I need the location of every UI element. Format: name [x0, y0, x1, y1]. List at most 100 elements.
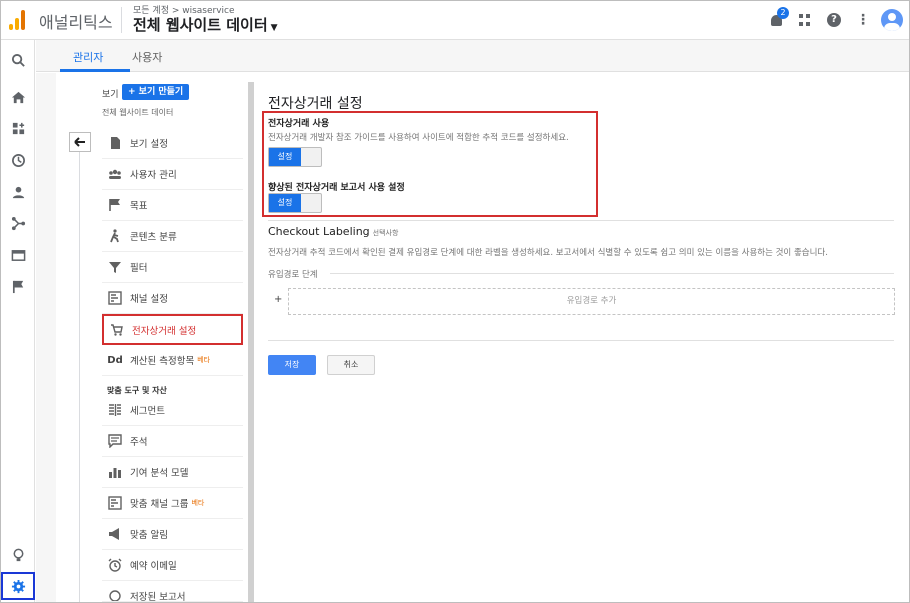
enable-ecommerce-label: 전자상거래 사용 — [268, 119, 330, 129]
menu-item-content-grouping[interactable]: 콘텐츠 분류 — [102, 221, 243, 252]
plus-icon: + — [274, 294, 283, 305]
saved-report-icon — [108, 589, 122, 601]
checkout-description: 전자상거래 추적 코드에서 확인된 결제 유입경로 단계에 대한 라벨을 생성하… — [268, 248, 828, 258]
apps-button[interactable] — [794, 9, 816, 31]
customization-icon — [12, 122, 24, 134]
notifications-button[interactable]: 2 — [765, 7, 789, 31]
help-button[interactable]: ? — [823, 9, 845, 31]
behavior-button[interactable] — [1, 241, 35, 269]
create-view-button[interactable]: + 보기 만들기 — [122, 84, 190, 100]
menu-item-label: 보기 설정 — [130, 139, 168, 150]
caret-down-icon: ▼ — [270, 23, 278, 33]
account-avatar-button[interactable] — [881, 9, 903, 31]
menu-item-view-settings[interactable]: 보기 설정 — [102, 128, 243, 159]
menu-item-label: 필터 — [130, 263, 148, 274]
customization-button[interactable] — [1, 114, 35, 142]
search-button[interactable] — [1, 46, 35, 74]
tab-user[interactable]: 사용자 — [132, 49, 162, 65]
admin-settings-button[interactable] — [1, 572, 35, 600]
menu-item-label: 맞춤 알림 — [130, 530, 168, 541]
more-options-button[interactable]: ⋮ — [852, 9, 874, 31]
segment-icon — [108, 403, 122, 417]
page-title: 전자상거래 설정 — [268, 96, 363, 112]
notification-badge: 2 — [777, 7, 789, 19]
person-icon — [12, 186, 24, 198]
menu-item-filters[interactable]: 필터 — [102, 252, 243, 283]
people-icon — [108, 167, 122, 181]
menu-item-user-management[interactable]: 사용자 관리 — [102, 159, 243, 190]
menu-item-label: 맞춤 채널 그룹 — [130, 499, 189, 510]
enhanced-ecommerce-toggle[interactable]: 설정 — [268, 193, 322, 213]
menu-item-label: 목표 — [130, 201, 148, 212]
cancel-button[interactable]: 취소 — [327, 355, 375, 375]
beta-badge: 베타 — [191, 499, 205, 507]
active-tab-indicator — [60, 69, 130, 72]
property-selector[interactable]: 전체 웹사이트 데이터 ▼ — [133, 14, 278, 35]
help-icon: ? — [827, 13, 841, 27]
flag-icon — [108, 198, 122, 212]
property-title: 전체 웹사이트 데이터 — [133, 16, 268, 34]
funnel-steps-label: 유입경로 단계 — [268, 270, 318, 280]
checkout-title-text: Checkout Labeling — [268, 225, 370, 238]
hiker-icon — [108, 229, 122, 243]
menu-item-saved-reports[interactable]: 저장된 보고서 — [102, 581, 243, 602]
column-scrollbar[interactable] — [248, 82, 254, 602]
enhanced-ecommerce-label: 향상된 전자상거래 보고서 사용 설정 — [268, 183, 405, 193]
back-button[interactable] — [69, 132, 91, 152]
add-funnel-step-button[interactable]: 유입경로 추가 — [288, 288, 895, 315]
menu-item-ecommerce-settings[interactable]: 전자상거래 설정 — [102, 314, 243, 345]
menu-item-label: 채널 설정 — [130, 294, 168, 305]
audience-button[interactable] — [1, 178, 35, 206]
view-name: 전체 웹사이트 데이터 — [102, 108, 174, 117]
gear-icon — [11, 579, 25, 593]
header-divider — [121, 7, 122, 33]
analytics-logo[interactable] — [9, 10, 25, 30]
menu-item-label: 사용자 관리 — [130, 170, 177, 181]
channel-icon — [108, 291, 122, 305]
enable-ecommerce-toggle[interactable]: 설정 — [268, 147, 322, 167]
menu-item-label: 계산된 측정항목 — [130, 356, 195, 367]
menu-item-custom-channel-groups[interactable]: 맞춤 채널 그룹 베타 — [102, 488, 243, 519]
menu-item-calculated-metrics[interactable]: Dd 계산된 측정항목 베타 — [102, 345, 243, 376]
apps-grid-icon — [799, 14, 811, 26]
discover-button[interactable] — [1, 541, 35, 569]
home-button[interactable] — [1, 83, 35, 111]
kebab-menu-icon: ⋮ — [856, 12, 870, 28]
menu-item-segments[interactable]: 세그먼트 — [102, 395, 243, 426]
optional-label: 선택사항 — [372, 229, 399, 237]
column-gutter — [36, 73, 56, 602]
acquisition-button[interactable] — [1, 209, 35, 237]
channel-group-icon — [108, 496, 122, 510]
arrow-left-icon — [74, 137, 85, 147]
acquisition-icon — [11, 216, 25, 230]
toggle-on-label: 설정 — [269, 148, 301, 166]
menu-item-custom-alerts[interactable]: 맞춤 알림 — [102, 519, 243, 550]
enable-ecommerce-description: 전자상거래 개발자 참조 가이드를 사용하여 사이트에 적합한 추적 코드를 설… — [268, 133, 569, 143]
menu-item-annotations[interactable]: 주석 — [102, 426, 243, 457]
menu-item-channel-settings[interactable]: 채널 설정 — [102, 283, 243, 314]
filter-icon — [108, 260, 122, 274]
menu-item-attribution-models[interactable]: 기여 분석 모델 — [102, 457, 243, 488]
menu-item-label: 세그먼트 — [130, 406, 165, 417]
flag-icon — [12, 280, 23, 293]
menu-item-label: 주석 — [130, 437, 148, 448]
menu-item-label: 예약 이메일 — [130, 561, 177, 572]
conversions-button[interactable] — [1, 272, 35, 300]
tab-admin[interactable]: 관리자 — [73, 49, 103, 65]
funnel-divider — [330, 273, 894, 274]
menu-item-goals[interactable]: 목표 — [102, 190, 243, 221]
menu-item-label: 전자상거래 설정 — [132, 325, 197, 337]
column-connector-line — [79, 152, 80, 602]
menu-item-label: 저장된 보고서 — [130, 592, 186, 602]
realtime-button[interactable] — [1, 146, 35, 174]
menu-item-scheduled-emails[interactable]: 예약 이메일 — [102, 550, 243, 581]
divider — [268, 340, 894, 341]
save-button[interactable]: 저장 — [268, 355, 316, 375]
beta-badge: 베타 — [197, 356, 211, 364]
toggle-on-label: 설정 — [269, 194, 301, 212]
home-icon — [11, 91, 25, 103]
avatar — [881, 9, 903, 31]
search-icon — [11, 53, 25, 67]
divider — [268, 220, 894, 221]
behavior-icon — [11, 249, 25, 261]
